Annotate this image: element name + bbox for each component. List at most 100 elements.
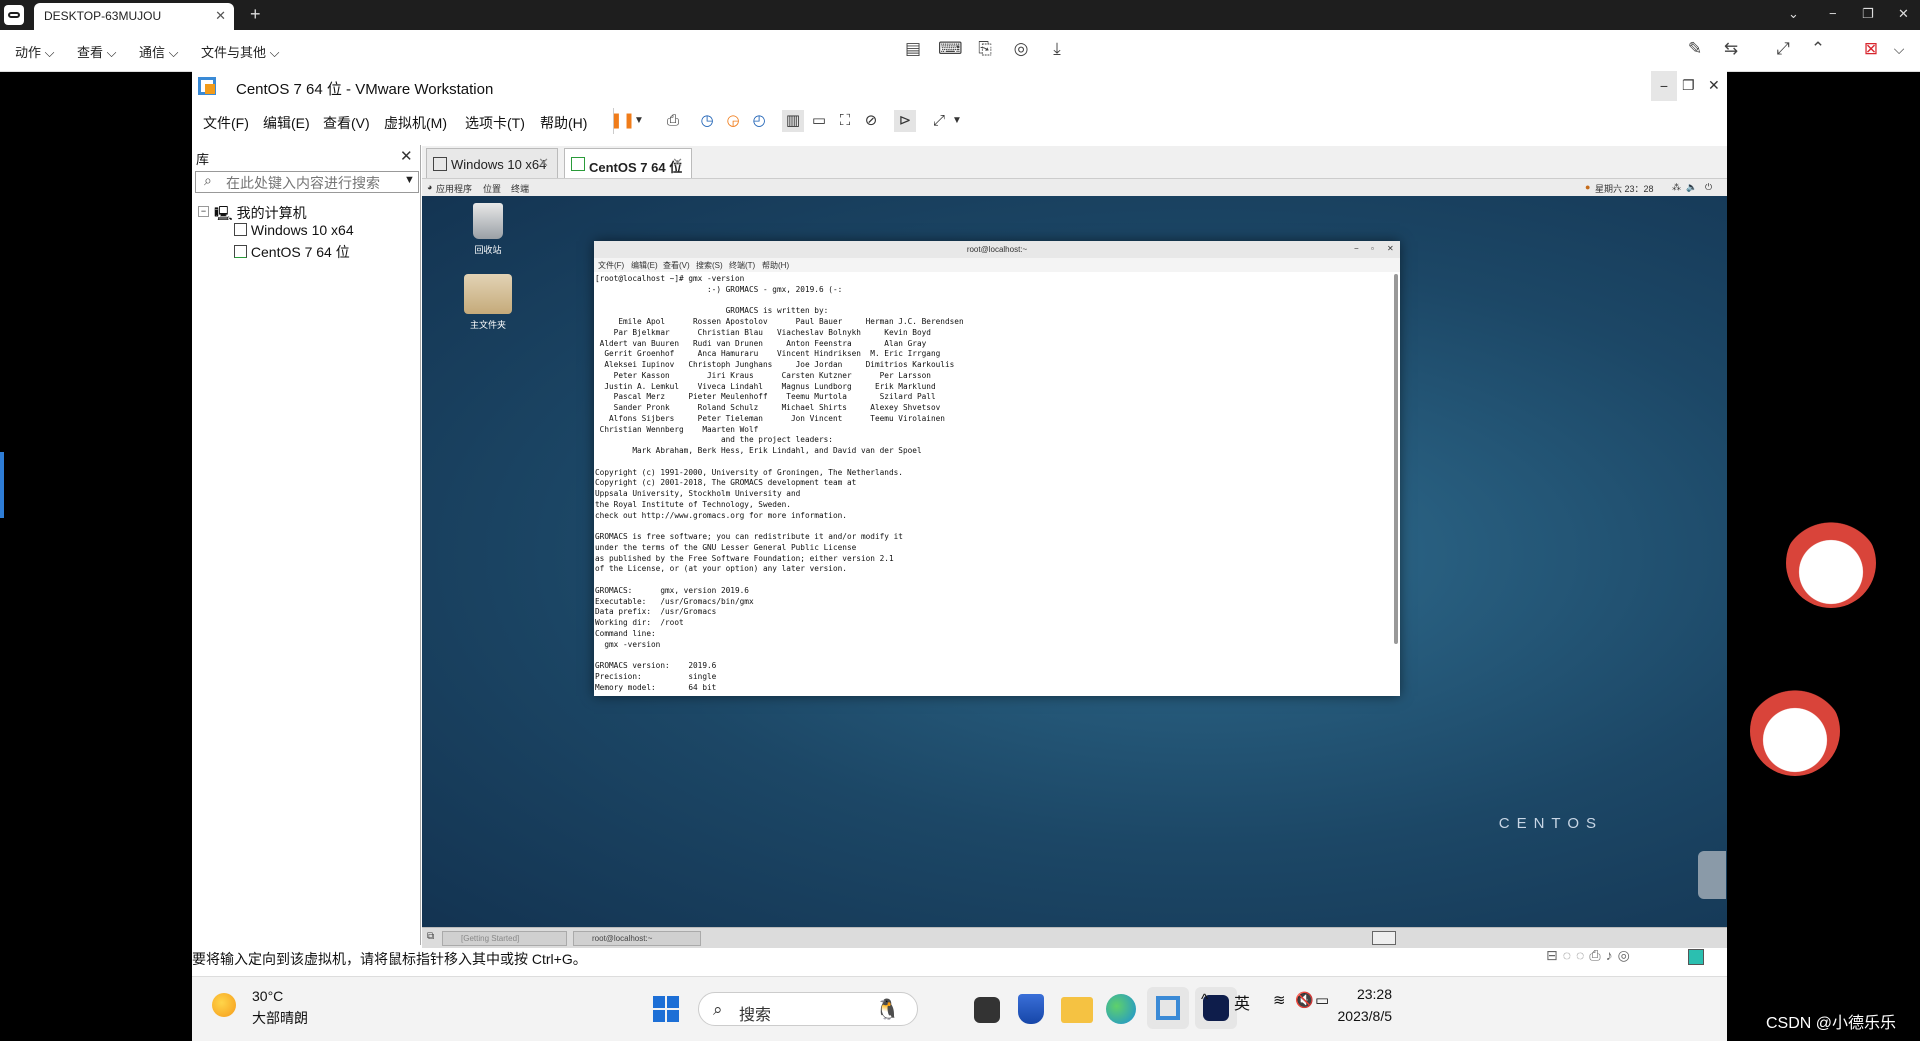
volume-icon[interactable]: 🔈 xyxy=(1686,182,1697,193)
terminal-minimize-button[interactable]: − xyxy=(1354,244,1359,253)
menu-vm[interactable]: 虚拟机(M) xyxy=(384,113,447,133)
terminal-menu-edit[interactable]: 编辑(E) xyxy=(631,260,658,271)
thumbnail-bar-icon[interactable]: ▭ xyxy=(808,110,830,132)
terminal-menu-help[interactable]: 帮助(H) xyxy=(762,260,789,271)
search-dropdown-icon[interactable]: ▼ xyxy=(404,174,415,186)
download-icon[interactable]: ⤓ xyxy=(1046,39,1068,59)
collapse-toggle-icon[interactable]: − xyxy=(198,206,209,217)
terminal-window[interactable]: root@localhost:~ − ▫ ✕ 文件(F) 编辑(E) 查看(V)… xyxy=(594,241,1400,696)
new-tab-button[interactable]: + xyxy=(250,4,261,25)
power-icon[interactable]: ⏻ xyxy=(1705,182,1712,193)
terminal-menu-view[interactable]: 查看(V) xyxy=(663,260,690,271)
clock-time[interactable]: 23:28 xyxy=(1312,986,1392,1002)
menu-file[interactable]: 文件(F) xyxy=(203,113,249,133)
close-tab-icon[interactable]: ✕ xyxy=(215,8,226,24)
end-session-icon[interactable]: ⊠ xyxy=(1860,39,1882,59)
weather-description[interactable]: 大部晴朗 xyxy=(252,1008,308,1028)
show-desktop-icon[interactable]: ⧉ xyxy=(427,931,434,942)
tab-windows10[interactable]: Windows 10 x64 ✕ xyxy=(426,148,558,178)
tree-item-windows10[interactable]: Windows 10 x64 xyxy=(234,222,354,238)
applications-menu[interactable]: 应用程序 xyxy=(436,182,472,195)
power-dropdown-icon[interactable]: ▼ xyxy=(628,110,650,132)
restore-button[interactable]: ❐ xyxy=(1862,6,1874,22)
stretch-dropdown-icon[interactable]: ▼ xyxy=(946,110,968,132)
terminal-menu-terminal[interactable]: 终端(T) xyxy=(729,260,755,271)
close-window-button[interactable]: ✕ xyxy=(1898,6,1909,22)
close-tab-icon[interactable]: ✕ xyxy=(538,155,549,171)
menu-view-vm[interactable]: 查看(V) xyxy=(323,113,370,133)
collapse-toolbar-icon[interactable]: ⌃ xyxy=(1807,39,1829,59)
fullscreen-icon[interactable]: ⤢ xyxy=(1772,39,1794,59)
revert-snapshot-icon[interactable]: ◶ xyxy=(722,110,744,132)
file-explorer-icon[interactable] xyxy=(1061,997,1093,1023)
menu-files-extras[interactable]: 文件与其他 ⌵ xyxy=(201,42,279,61)
ime-indicator[interactable]: 英 xyxy=(1234,990,1250,1014)
terminal-menu-search[interactable]: 搜索(S) xyxy=(696,260,723,271)
vmware-taskbar-button[interactable] xyxy=(1147,987,1189,1029)
minimize-button[interactable]: − xyxy=(1829,6,1837,21)
desktop-home-folder[interactable]: 主文件夹 xyxy=(458,274,518,331)
weather-temperature[interactable]: 30°C xyxy=(252,988,283,1004)
network-icon[interactable]: ⁂ xyxy=(1672,182,1681,193)
terminal-menu[interactable]: 终端 xyxy=(511,182,529,195)
teamviewer-session-tab[interactable]: DESKTOP-63MUJOU ✕ xyxy=(34,3,234,30)
snapshot-icon[interactable]: ◷ xyxy=(696,110,718,132)
terminal-scrollbar[interactable] xyxy=(1394,274,1398,644)
snapshot-manager-icon[interactable]: ◴ xyxy=(748,110,770,132)
volume-muted-icon[interactable]: 🔇 xyxy=(1295,991,1314,1009)
clock-date[interactable]: 2023/8/5 xyxy=(1312,1008,1393,1024)
taskview-icon[interactable] xyxy=(974,997,1000,1023)
guest-screen[interactable]: ◕ 应用程序 位置 终端 ● 星期六 23：28 ⁂ 🔈 ⏻ 回收站 主文件夹 … xyxy=(422,179,1727,948)
menu-edit[interactable]: 编辑(E) xyxy=(263,113,310,133)
start-button[interactable] xyxy=(653,996,679,1022)
tabs-dropdown-button[interactable]: ⌄ xyxy=(1788,6,1799,22)
terminal-close-button[interactable]: ✕ xyxy=(1387,244,1394,253)
library-search-input[interactable] xyxy=(224,173,388,193)
taskbar-item-getting-started[interactable]: [Getting Started] xyxy=(442,931,567,946)
device-status-icons[interactable]: ⊟◌◌⎙♪◎ xyxy=(1546,947,1635,964)
close-tab-icon[interactable]: ✕ xyxy=(672,155,683,171)
terminal-output[interactable]: [root@localhost ~]# gmx -version :-) GRO… xyxy=(595,274,1385,694)
security-shield-icon[interactable] xyxy=(1018,994,1044,1024)
menu-view[interactable]: 查看 ⌵ xyxy=(77,42,116,61)
menu-tabs[interactable]: 选项卡(T) xyxy=(465,113,525,133)
tray-overflow-icon[interactable]: ^ xyxy=(1201,991,1208,1008)
record-icon[interactable]: ◎ xyxy=(1010,39,1032,59)
gnome-window-list: ⧉ [Getting Started] root@localhost:~ xyxy=(422,927,1727,948)
library-search[interactable]: ⌕ ▼ xyxy=(195,171,419,193)
edge-browser-icon[interactable] xyxy=(1106,994,1136,1024)
gnome-clock[interactable]: 星期六 23：28 xyxy=(1595,182,1654,195)
library-close-icon[interactable]: ✕ xyxy=(400,147,413,165)
message-log-icon[interactable] xyxy=(1688,949,1704,965)
taskbar-search[interactable]: ⌕ 搜索 🐧 xyxy=(698,992,918,1026)
full-screen-icon[interactable]: ⛶ xyxy=(834,110,856,132)
vm-close-button[interactable]: ✕ xyxy=(1708,77,1720,94)
wifi-icon[interactable]: ≋ xyxy=(1273,991,1286,1009)
taskbar-item-terminal[interactable]: root@localhost:~ xyxy=(573,931,701,946)
end-session-dropdown-icon[interactable]: ⌵ xyxy=(1888,39,1910,59)
file-transfer-icon[interactable]: ⎘ xyxy=(974,39,996,59)
console-view-icon[interactable]: ⊳ xyxy=(894,110,916,132)
desktop-trash[interactable]: 回收站 xyxy=(460,203,516,256)
menu-help[interactable]: 帮助(H) xyxy=(540,113,587,133)
show-library-icon[interactable]: ▥ xyxy=(782,110,804,132)
tab-centos[interactable]: CentOS 7 64 位 ✕ xyxy=(564,148,692,178)
monitor-info-icon[interactable]: ▤ xyxy=(902,39,924,59)
places-menu[interactable]: 位置 xyxy=(483,182,501,195)
weather-icon[interactable] xyxy=(212,993,236,1017)
menu-actions[interactable]: 动作 ⌵ xyxy=(15,42,54,61)
whiteboard-icon[interactable]: ✎ xyxy=(1684,39,1706,59)
unity-icon[interactable]: ⊘ xyxy=(860,110,882,132)
teamviewer-side-handle[interactable] xyxy=(1698,851,1726,899)
workspace-switcher[interactable] xyxy=(1372,931,1396,945)
tree-item-centos[interactable]: CentOS 7 64 位 xyxy=(234,242,350,262)
terminal-menu-file[interactable]: 文件(F) xyxy=(598,260,624,271)
switch-sides-icon[interactable]: ⇆ xyxy=(1720,39,1742,59)
terminal-titlebar[interactable]: root@localhost:~ − ▫ ✕ xyxy=(594,241,1400,259)
send-ctrl-alt-del-icon[interactable]: ⎙ xyxy=(662,110,684,132)
menu-communicate[interactable]: 通信 ⌵ xyxy=(139,42,178,61)
terminal-maximize-button[interactable]: ▫ xyxy=(1371,244,1374,253)
keyboard-icon[interactable]: ⌨ xyxy=(938,39,963,59)
vm-minimize-button[interactable]: − xyxy=(1651,71,1677,101)
vm-restore-button[interactable]: ❐ xyxy=(1682,77,1695,94)
